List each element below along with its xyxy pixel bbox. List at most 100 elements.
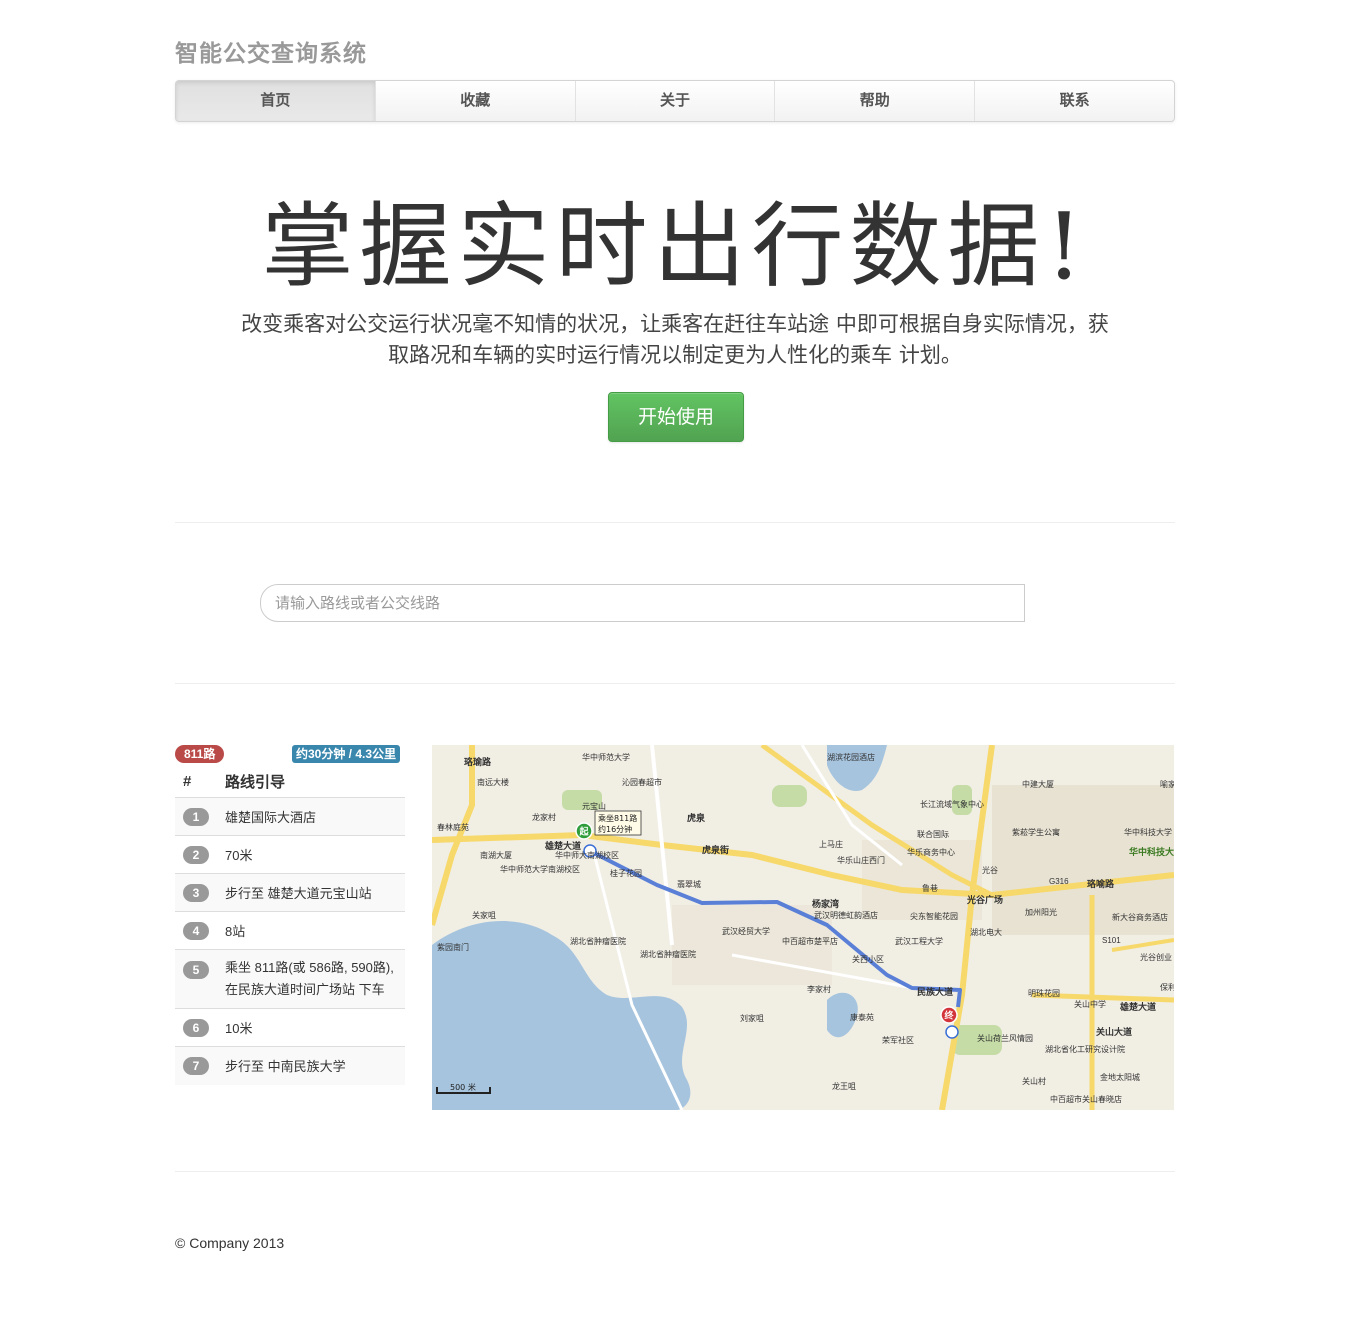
route-step-row[interactable]: 6 10米 <box>175 1008 405 1047</box>
step-number-cell: 6 <box>175 1008 217 1047</box>
map-label: 珞瑜路 <box>464 756 492 767</box>
map-label: 华中科技大 <box>1129 846 1174 857</box>
map-label: 加州阳光 <box>1025 907 1057 917</box>
map-label: 龙王咀 <box>832 1081 856 1091</box>
footer-copyright: © Company 2013 <box>175 1235 285 1251</box>
route-step-row[interactable]: 7 步行至 中南民族大学 <box>175 1046 405 1085</box>
nav-item-favorites[interactable]: 收藏 <box>374 81 575 121</box>
map-label: 湖北省肿瘤医院 <box>570 936 626 946</box>
step-text: 步行至 雄楚大道元宝山站 <box>217 873 405 912</box>
map-label: 明珠花园 <box>1028 988 1060 998</box>
map-label: 中百超市楚平店 <box>782 936 838 946</box>
map-label: 长江流域气象中心 <box>920 799 984 809</box>
bus-stop-icon[interactable] <box>945 1025 959 1039</box>
map-label: G316 <box>1049 877 1069 886</box>
step-number-badge: 6 <box>183 1018 209 1037</box>
map-label: 光谷广场 <box>966 894 1003 905</box>
route-callout-line-1: 乘坐811路 <box>598 813 637 823</box>
map-label: 武汉经贸大学 <box>722 926 770 936</box>
map-label: 康泰苑 <box>850 1012 874 1022</box>
map-label: 华乐商务中心 <box>907 847 955 857</box>
route-number-badge: 811路 <box>175 745 225 763</box>
map-label: 关山中学 <box>1074 999 1106 1009</box>
route-map[interactable]: 起 乘坐811路 约16分钟 终 500 米 华中师范大学 南远大楼 沁园春超市… <box>432 745 1174 1110</box>
map-label: 关家咀 <box>472 910 496 920</box>
map-label: 中百超市关山春晓店 <box>1050 1094 1122 1104</box>
route-step-row[interactable]: 4 8站 <box>175 911 405 950</box>
map-label: 湖北省肿瘤医院 <box>640 949 696 959</box>
route-table-header: # 路线引导 <box>175 765 405 798</box>
start-button[interactable]: 开始使用 <box>608 392 744 442</box>
step-text: 10米 <box>217 1008 405 1047</box>
route-step-row[interactable]: 3 步行至 雄楚大道元宝山站 <box>175 873 405 912</box>
map-label: 华中科技大学 <box>1124 827 1172 837</box>
route-step-row[interactable]: 5 乘坐 811路(或 586路, 590路), 在民族大道时间广场站 下车 <box>175 949 405 1009</box>
start-marker-label: 起 <box>578 826 589 838</box>
hero-lead-line-2: 取路况和车辆的实时运行情况以制定更为人性化的乘车 计划。 <box>388 343 962 367</box>
hero-lead-line-1: 改变乘客对公交运行状况毫不知情的状况，让乘客在赶往车站途 中即可根据自身实际情况… <box>241 312 1109 336</box>
step-number-badge: 5 <box>183 961 209 979</box>
route-step-row[interactable]: 2 70米 <box>175 835 405 874</box>
map-label: 龙家村 <box>532 812 556 822</box>
nav-item-home[interactable]: 首页 <box>176 81 375 121</box>
map-label: 湖北省化工研究设计院 <box>1045 1044 1125 1054</box>
hero-lead: 改变乘客对公交运行状况毫不知情的状况，让乘客在赶往车站途 中即可根据自身实际情况… <box>175 309 1175 371</box>
step-text: 8站 <box>217 911 405 950</box>
map-label: 光谷创业 <box>1140 952 1172 962</box>
map-label: 武汉明德虹韵酒店 <box>814 910 878 920</box>
nav-item-help[interactable]: 帮助 <box>774 81 974 121</box>
site-brand[interactable]: 智能公交查询系统 <box>175 34 367 68</box>
map-label: 新大谷商务酒店 <box>1112 912 1168 922</box>
map-label: 尖东智能花园 <box>910 911 958 921</box>
map-label: 民族大道 <box>917 986 953 997</box>
step-number-cell: 4 <box>175 911 217 950</box>
search-input[interactable] <box>260 584 1025 622</box>
map-label: 联合国际 <box>917 829 949 839</box>
column-header-guide: 路线引导 <box>217 765 405 798</box>
map-label: 上马庄 <box>819 839 843 849</box>
nav-item-about[interactable]: 关于 <box>574 81 775 121</box>
map-label: 华中师大南湖校区 <box>555 850 619 860</box>
map-scale-label: 500 米 <box>450 1082 476 1092</box>
map-label: 李家村 <box>807 984 831 994</box>
map-label: 南湖大厦 <box>480 850 512 860</box>
divider <box>175 522 1175 523</box>
hero-title: 掌握实时出行数据! <box>261 193 1089 300</box>
map-label: 关山大道 <box>1096 1026 1132 1037</box>
map-label: 紫园南门 <box>437 942 469 952</box>
map-label: 关西小区 <box>852 954 884 964</box>
map-label: 荣军社区 <box>882 1035 914 1045</box>
map-label: 华中师范大学 <box>582 752 630 762</box>
map-label: 湖北电大 <box>970 927 1002 937</box>
column-header-number: # <box>175 765 217 798</box>
map-label: 雄楚大道 <box>1119 1001 1156 1012</box>
main-navbar: 首页 收藏 关于 帮助 联系 <box>175 80 1175 122</box>
map-label: 元宝山 <box>582 801 606 811</box>
map-label: 喻家 <box>1160 779 1174 789</box>
step-number-cell: 3 <box>175 873 217 912</box>
map-label: 虎泉 <box>687 812 706 823</box>
map-canvas[interactable]: 起 乘坐811路 约16分钟 终 500 米 华中师范大学 南远大楼 沁园春超市… <box>432 745 1174 1110</box>
route-step-row[interactable]: 1 雄楚国际大酒店 <box>175 797 405 836</box>
map-label: 金地太阳城 <box>1100 1072 1140 1082</box>
step-text: 步行至 中南民族大学 <box>217 1046 405 1085</box>
divider <box>175 1171 1175 1172</box>
route-time-distance-label: 约30分钟 / 4.3公里 <box>292 745 401 763</box>
map-label: 桂子花园 <box>610 868 642 878</box>
map-label: 珞喻路 <box>1087 878 1115 889</box>
step-text: 乘坐 811路(或 586路, 590路), 在民族大道时间广场站 下车 <box>217 949 405 1009</box>
route-callout-line-2: 约16分钟 <box>598 824 632 834</box>
step-number-cell: 2 <box>175 835 217 874</box>
step-number-badge: 3 <box>183 883 209 902</box>
map-label: 紫菘学生公寓 <box>1012 827 1060 837</box>
map-label: 关山荷兰风情园 <box>977 1033 1033 1043</box>
step-number-badge: 1 <box>183 807 209 826</box>
step-number-cell: 5 <box>175 949 217 1009</box>
route-guide-table: # 路线引导 1 雄楚国际大酒店 2 70米 3 步行至 雄楚大道元宝山站 4 … <box>175 765 405 1085</box>
map-label: 关山村 <box>1022 1076 1046 1086</box>
nav-item-contact[interactable]: 联系 <box>974 81 1174 121</box>
step-number-badge: 2 <box>183 845 209 864</box>
map-label: 武汉工程大学 <box>895 936 943 946</box>
park-area <box>772 785 807 807</box>
step-text: 雄楚国际大酒店 <box>217 797 405 836</box>
